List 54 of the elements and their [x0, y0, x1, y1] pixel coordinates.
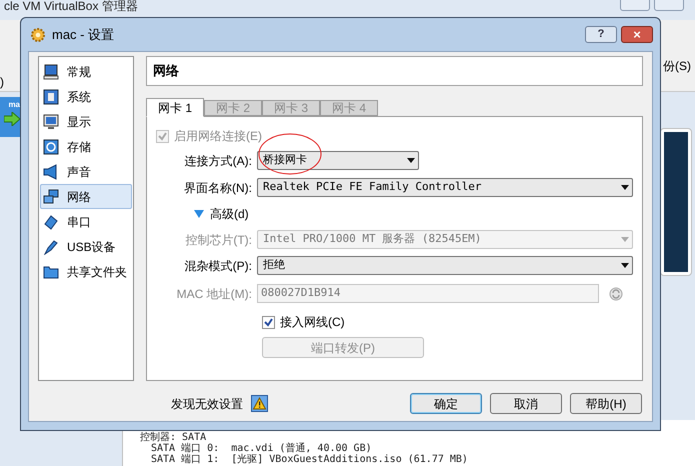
dialog-button[interactable]: 取消: [490, 393, 562, 414]
field-label: 界面名称(N):: [183, 180, 253, 196]
details-line: SATA 端口 1: [光驱] VBoxGuestAdditions.iso (61.77 MB): [151, 454, 468, 465]
field-label: MAC 地址(M):: [176, 286, 253, 302]
field-label: 连接方式(A):: [184, 152, 253, 170]
sidebar-item[interactable]: 声音: [40, 159, 132, 184]
usb-icon: [43, 238, 59, 254]
sidebar-item[interactable]: 系统: [40, 84, 132, 109]
folder-icon: [43, 264, 59, 280]
monitor-icon: [43, 114, 59, 130]
toolbar-text: 份(S): [663, 58, 691, 75]
details-line: SATA 端口 0: mac.vdi (普通, 40.00 GB): [151, 443, 372, 454]
tab[interactable]: 网卡 1: [146, 98, 204, 117]
sidebar-item[interactable]: 串口: [40, 209, 132, 234]
gear-icon: [30, 26, 46, 42]
warning-icon[interactable]: [251, 395, 268, 412]
expander-label[interactable]: 高级(d): [210, 205, 249, 223]
checkbox-label: 接入网线(C): [280, 314, 345, 331]
checkbox[interactable]: [262, 316, 275, 328]
caret-icon: [621, 237, 629, 242]
dialog-title: mac - 设置: [52, 26, 114, 44]
sidebar-item[interactable]: 显示: [40, 109, 132, 134]
speaker-icon: [43, 164, 59, 180]
field-label: 混杂模式(P):: [184, 258, 253, 274]
dialog-button[interactable]: 帮助(H): [570, 393, 642, 414]
details-line: 控制器: SATA: [140, 432, 206, 443]
close-button[interactable]: ×: [621, 26, 653, 43]
arrow-icon: [4, 112, 20, 126]
caret-icon: [621, 263, 629, 268]
warning-text: 发现无效设置: [171, 396, 243, 412]
network-icon: [43, 188, 59, 204]
disk-icon: [43, 138, 59, 154]
dropdown[interactable]: 桥接网卡: [257, 151, 419, 170]
dropdown[interactable]: 拒绝: [257, 256, 633, 275]
computer-icon: [43, 64, 59, 80]
toolbar-text: ): [0, 74, 4, 91]
sidebar-item[interactable]: USB设备: [40, 234, 132, 259]
sidebar-item[interactable]: 网络: [40, 184, 132, 209]
refresh-icon[interactable]: [609, 286, 623, 300]
field-label: 控制芯片(T):: [184, 232, 253, 248]
dropdown[interactable]: Realtek PCIe FE Family Controller: [257, 178, 633, 197]
serial-port-icon: [43, 214, 59, 230]
sidebar-item[interactable]: 存储: [40, 134, 132, 159]
dialog-button[interactable]: 确定: [410, 393, 482, 414]
window-title: cle VM VirtualBox 管理器: [4, 0, 138, 13]
checkbox-label: 启用网络连接(E): [174, 128, 262, 145]
sidebar-item[interactable]: 常规: [40, 59, 132, 84]
page-title: 网络: [146, 56, 643, 86]
chip-icon: [43, 88, 59, 104]
caret-icon: [407, 158, 415, 163]
caret-icon: [621, 185, 629, 190]
help-button[interactable]: ?: [585, 26, 617, 43]
expand-down-icon[interactable]: [194, 210, 204, 218]
sidebar-item[interactable]: 共享文件夹: [40, 259, 132, 284]
